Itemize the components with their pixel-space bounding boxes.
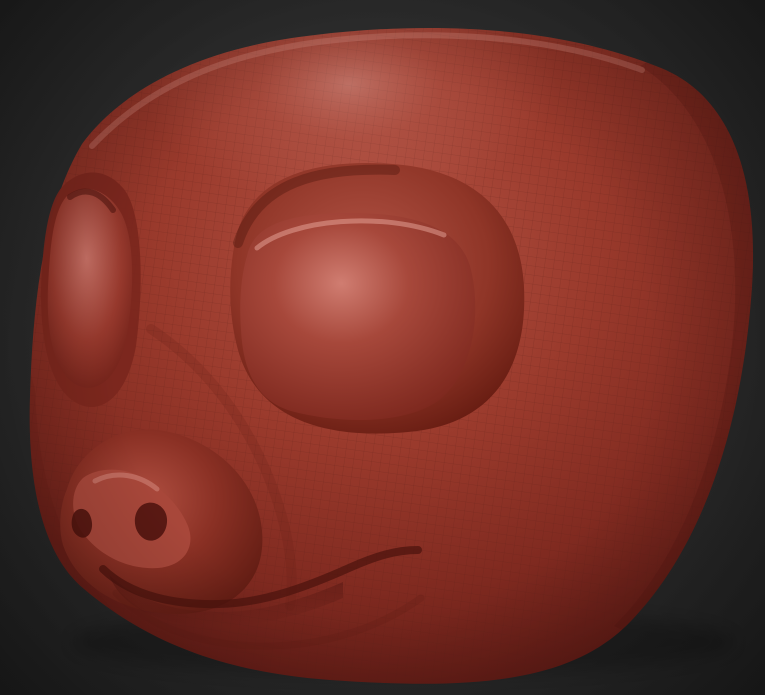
left-eye-surface[interactable] [47,188,133,388]
right-eye-surface[interactable] [240,213,476,420]
3d-viewport[interactable] [0,0,765,695]
sculpt-canvas[interactable] [0,0,765,695]
sculpt-head-icon[interactable] [0,0,765,695]
